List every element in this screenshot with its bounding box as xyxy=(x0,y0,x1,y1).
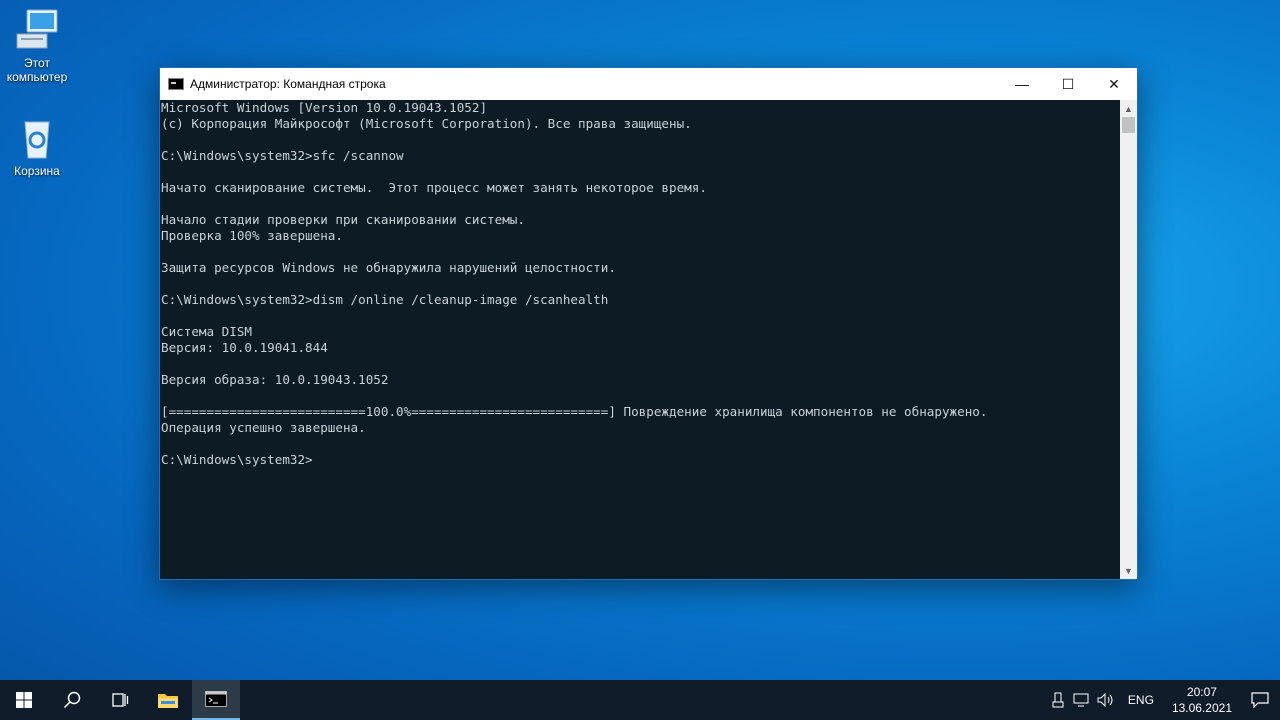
notifications-icon xyxy=(1251,692,1269,708)
minimize-button[interactable]: — xyxy=(999,68,1045,100)
taskbar: ENG 20:07 13.06.2021 xyxy=(0,680,1280,720)
clock[interactable]: 20:07 13.06.2021 xyxy=(1164,684,1240,716)
start-icon xyxy=(16,692,32,708)
search-button[interactable] xyxy=(48,680,96,720)
volume-icon[interactable] xyxy=(1094,693,1118,707)
desktop-icon-this-pc[interactable]: Этот компьютер xyxy=(0,8,74,84)
action-center-button[interactable] xyxy=(1240,692,1280,708)
clock-time: 20:07 xyxy=(1186,685,1217,699)
title-bar[interactable]: Администратор: Командная строка — ☐ ✕ xyxy=(160,68,1137,100)
close-button[interactable]: ✕ xyxy=(1091,68,1137,100)
scrollbar-thumb[interactable] xyxy=(1122,117,1135,133)
task-view-icon xyxy=(112,693,129,707)
recycle-bin-icon xyxy=(13,116,61,160)
language-indicator[interactable]: ENG xyxy=(1118,693,1164,707)
scroll-up-arrow-icon[interactable]: ▲ xyxy=(1120,100,1137,117)
vertical-scrollbar[interactable]: ▲ ▼ xyxy=(1120,100,1137,579)
search-icon xyxy=(63,691,81,709)
desktop-icon-label: Этот компьютер xyxy=(6,56,68,84)
cmd-icon xyxy=(205,691,227,707)
start-button[interactable] xyxy=(0,680,48,720)
cmd-icon xyxy=(168,78,184,90)
system-tray: ENG 20:07 13.06.2021 xyxy=(1046,680,1280,720)
network-icon[interactable] xyxy=(1070,693,1094,707)
maximize-button[interactable]: ☐ xyxy=(1045,68,1091,100)
command-prompt-window[interactable]: Администратор: Командная строка — ☐ ✕ Mi… xyxy=(159,67,1138,580)
console-output[interactable]: Microsoft Windows [Version 10.0.19043.10… xyxy=(160,100,1120,579)
desktop-icon-label: Корзина xyxy=(14,164,60,178)
file-explorer-button[interactable] xyxy=(144,680,192,720)
task-view-button[interactable] xyxy=(96,680,144,720)
clock-date: 13.06.2021 xyxy=(1171,701,1232,715)
desktop-icon-recycle-bin[interactable]: Корзина xyxy=(0,116,74,178)
file-explorer-icon xyxy=(158,694,178,708)
cmd-taskbar-button[interactable] xyxy=(192,680,240,720)
window-title: Администратор: Командная строка xyxy=(190,77,386,91)
computer-icon xyxy=(13,8,61,52)
scroll-down-arrow-icon[interactable]: ▼ xyxy=(1120,562,1137,579)
usb-device-icon[interactable] xyxy=(1046,692,1070,708)
